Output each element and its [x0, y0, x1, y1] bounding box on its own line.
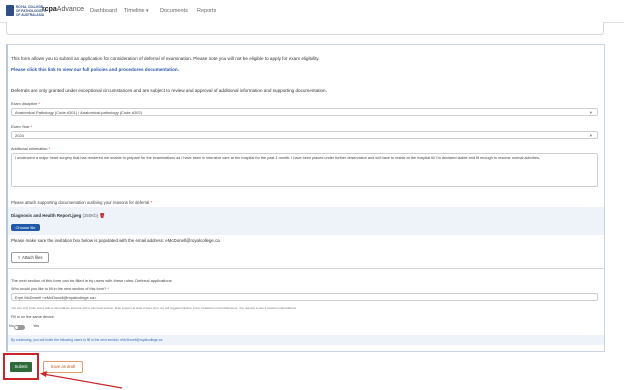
arrow-shaft [42, 373, 123, 389]
arrow-head-icon [40, 371, 47, 377]
annotation-arrow [40, 371, 123, 389]
